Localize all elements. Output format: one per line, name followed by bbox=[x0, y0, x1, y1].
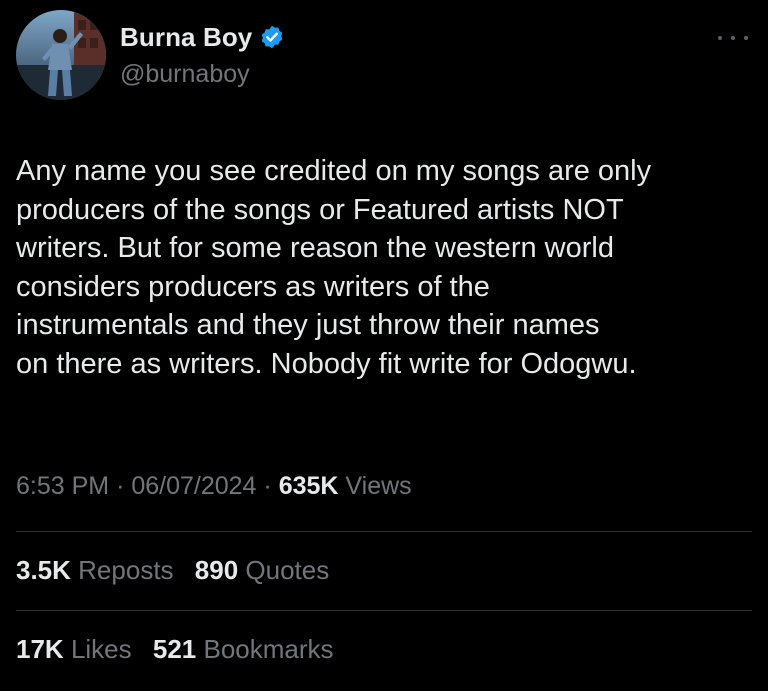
divider bbox=[16, 610, 752, 611]
likes-label: Likes bbox=[70, 634, 132, 664]
reposts-count: 3.5K bbox=[16, 555, 71, 585]
tweet-text: Any name you see credited on my songs ar… bbox=[16, 155, 652, 380]
tweet-time[interactable]: 6:53 PM bbox=[16, 472, 109, 500]
more-options-icon[interactable] bbox=[718, 28, 748, 48]
tweet-date[interactable]: 06/07/2024 bbox=[131, 472, 256, 500]
meta-separator: · bbox=[263, 472, 272, 500]
bookmarks-count: 521 bbox=[152, 634, 197, 664]
reposts-stat[interactable]: 3.5K Reposts bbox=[16, 555, 181, 585]
bookmarks-label: Bookmarks bbox=[203, 634, 334, 664]
avatar-photo bbox=[16, 10, 106, 100]
likes-stat[interactable]: 17K Likes bbox=[16, 634, 139, 664]
quotes-count: 890 bbox=[194, 555, 239, 585]
quotes-stat[interactable]: 890 Quotes bbox=[195, 555, 329, 585]
more-dot bbox=[718, 36, 722, 40]
display-name[interactable]: Burna Boy bbox=[120, 22, 252, 53]
views-label: Views bbox=[345, 472, 412, 500]
author-name-row[interactable]: Burna Boy bbox=[120, 22, 285, 52]
verified-badge-icon[interactable] bbox=[259, 24, 285, 50]
more-dot bbox=[744, 36, 748, 40]
reposts-quotes-row: 3.5K Reposts 890 Quotes bbox=[16, 555, 343, 586]
handle[interactable]: @burnaboy bbox=[120, 60, 250, 89]
divider bbox=[16, 531, 752, 532]
bookmarks-stat[interactable]: 521 Bookmarks bbox=[153, 634, 334, 664]
avatar[interactable] bbox=[16, 10, 106, 100]
likes-bookmarks-row: 17K Likes 521 Bookmarks bbox=[16, 634, 348, 665]
likes-count: 17K bbox=[16, 634, 64, 664]
quotes-label: Quotes bbox=[245, 555, 330, 585]
tweet-meta: 6:53 PM · 06/07/2024 · 635K Views bbox=[16, 472, 412, 501]
reposts-label: Reposts bbox=[78, 555, 174, 585]
tweet-header: Burna Boy @burnaboy bbox=[16, 10, 752, 102]
views-count: 635K bbox=[278, 472, 339, 500]
meta-separator: · bbox=[116, 472, 125, 500]
more-dot bbox=[731, 36, 735, 40]
